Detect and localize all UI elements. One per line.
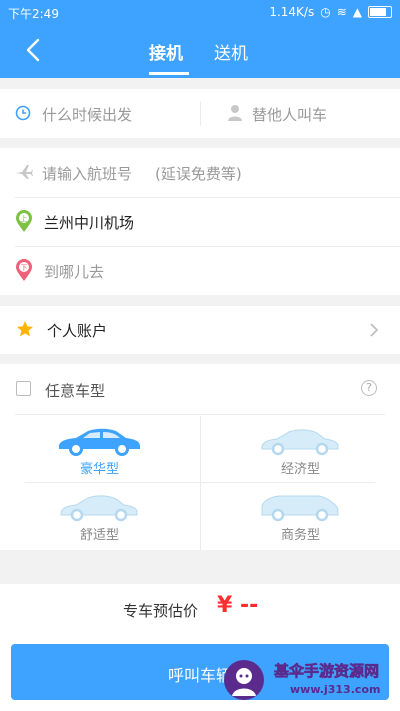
tab-dropoff[interactable]: 送机 (214, 39, 248, 64)
any-car-type-option[interactable]: 任意车型 (0, 364, 300, 414)
status-bar: 下午2:49 1.14K/s ◷ ≋ ▲ (0, 0, 400, 24)
any-car-type-checkbox[interactable] (16, 381, 31, 396)
origin-field[interactable]: 上 兰州中川机场 (0, 198, 400, 246)
site-watermark: 基伞手游资源网 www.j313.com (220, 656, 400, 702)
account-row[interactable]: 个人账户 (0, 306, 400, 354)
chevron-right-icon (370, 323, 379, 337)
star-icon (17, 321, 33, 337)
economy-car-icon (261, 429, 339, 456)
departure-time-field[interactable]: 什么时候出发 (0, 89, 200, 138)
origin-pin-icon: 上 (16, 210, 32, 232)
estimate-label: 专车预估价 (123, 602, 199, 620)
divider (25, 482, 375, 483)
status-icons: 1.14K/s ◷ ≋ ▲ (269, 5, 392, 19)
luxury-car-icon (58, 428, 141, 456)
flight-delay-hint: (延误免费等) (155, 165, 242, 183)
destination-pin-icon: 下 (16, 259, 32, 281)
account-label: 个人账户 (47, 322, 108, 340)
watermark-logo-icon (224, 660, 264, 700)
battery-icon (368, 6, 392, 18)
economy-label: 经济型 (281, 462, 321, 477)
car-option-economy[interactable]: 经济型 (201, 416, 400, 482)
destination-pin-label: 下 (21, 264, 28, 272)
origin-value: 兰州中川机场 (44, 214, 135, 232)
business-car-icon (261, 495, 339, 522)
tab-pickup[interactable]: 接机 (149, 39, 183, 64)
divider (15, 414, 385, 415)
nav-bar: 接机 送机 (0, 24, 400, 78)
time-row: 什么时候出发 替他人叫车 (0, 89, 400, 138)
help-icon[interactable]: ? (361, 380, 377, 396)
status-time: 下午2:49 (8, 7, 59, 21)
destination-placeholder: 到哪儿去 (44, 263, 105, 281)
back-icon[interactable] (20, 36, 48, 64)
comfort-label: 舒适型 (80, 528, 120, 543)
luxury-label: 豪华型 (80, 462, 120, 477)
car-option-luxury[interactable]: 豪华型 (0, 416, 200, 482)
departure-time-placeholder: 什么时候出发 (42, 106, 133, 124)
watermark-url: www.j313.com (290, 683, 381, 696)
flight-number-placeholder: 请输入航班号 (42, 165, 133, 183)
origin-pin-label: 上 (21, 214, 28, 223)
business-label: 商务型 (281, 528, 321, 543)
active-tab-indicator (149, 72, 189, 75)
any-car-type-label: 任意车型 (45, 382, 106, 400)
person-icon (228, 105, 242, 121)
car-option-business[interactable]: 商务型 (201, 484, 400, 550)
network-speed: 1.14K/s (269, 5, 315, 19)
trip-card: 请输入航班号 (延误免费等) 上 兰州中川机场 下 到哪儿去 (0, 148, 400, 295)
wifi-icon: ≋ (336, 5, 347, 19)
watermark-text: 基伞手游资源网 (274, 662, 380, 681)
flight-number-field[interactable]: 请输入航班号 (延误免费等) (0, 148, 400, 197)
alarm-icon: ◷ (320, 5, 331, 19)
clock-icon (15, 105, 31, 121)
call-for-others-placeholder: 替他人叫车 (252, 106, 328, 124)
call-for-others-field[interactable]: 替他人叫车 (201, 89, 400, 138)
signal-icon: ▲ (352, 5, 362, 19)
car-type-card: 任意车型 ? 豪华型 经济型 舒适型 商务型 (0, 364, 400, 550)
estimate-price: ¥ -- (217, 593, 259, 618)
destination-field[interactable]: 下 到哪儿去 (0, 247, 400, 295)
car-option-comfort[interactable]: 舒适型 (0, 484, 200, 550)
plane-icon (16, 165, 33, 179)
comfort-car-icon (60, 495, 138, 522)
